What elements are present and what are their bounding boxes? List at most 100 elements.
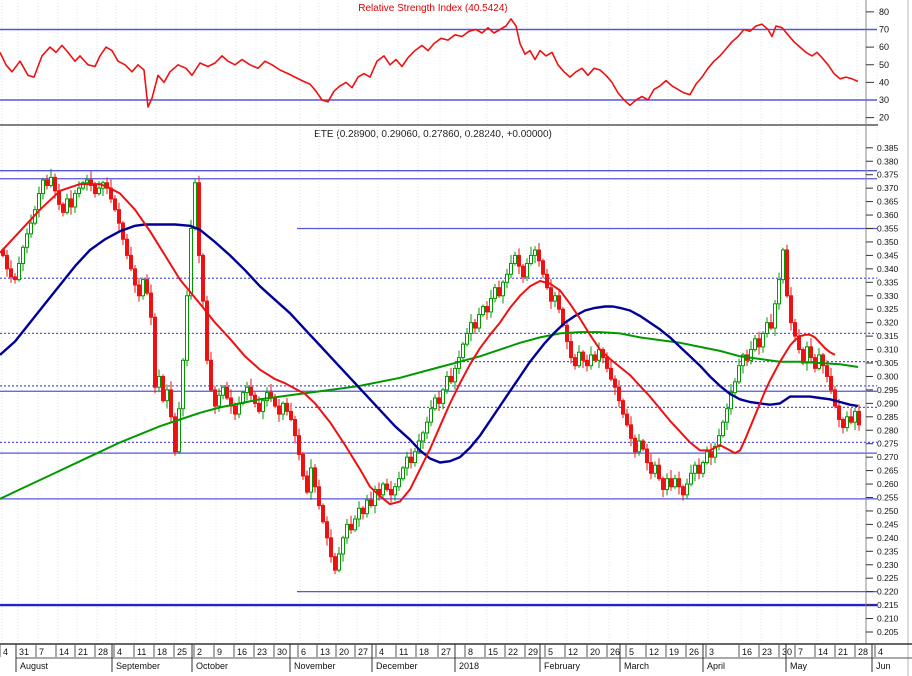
- svg-text:14: 14: [818, 647, 828, 657]
- svg-text:8: 8: [468, 647, 473, 657]
- svg-text:12: 12: [568, 647, 578, 657]
- svg-text:14: 14: [59, 647, 69, 657]
- svg-text:0.360: 0.360: [877, 210, 899, 220]
- svg-text:0.305: 0.305: [877, 358, 899, 368]
- rsi-panel: [0, 18, 878, 126]
- svg-text:0.345: 0.345: [877, 250, 899, 260]
- svg-text:0.240: 0.240: [877, 533, 899, 543]
- svg-text:12: 12: [649, 647, 659, 657]
- svg-text:0.315: 0.315: [877, 331, 899, 341]
- svg-text:15: 15: [488, 647, 498, 657]
- svg-text:0.385: 0.385: [877, 143, 899, 153]
- svg-text:30: 30: [277, 647, 287, 657]
- svg-text:2: 2: [197, 647, 202, 657]
- svg-text:0.210: 0.210: [877, 614, 899, 624]
- gridlines: [1, 3, 878, 644]
- svg-text:9: 9: [217, 647, 222, 657]
- svg-text:4: 4: [117, 647, 122, 657]
- svg-text:3: 3: [709, 647, 714, 657]
- svg-text:0.330: 0.330: [877, 291, 899, 301]
- svg-text:December: December: [376, 661, 418, 671]
- svg-text:30: 30: [879, 95, 889, 105]
- svg-text:0.300: 0.300: [877, 371, 899, 381]
- svg-text:23: 23: [257, 647, 267, 657]
- svg-text:7: 7: [798, 647, 803, 657]
- svg-text:21: 21: [78, 647, 88, 657]
- candlestick-series: [1, 168, 861, 575]
- svg-text:0.370: 0.370: [877, 183, 899, 193]
- right-price-axis: 80 70 60 50 40 30 20 0.385 0.380 0.375 0.370 0.365 0…: [865, 0, 909, 676]
- svg-text:31: 31: [19, 647, 29, 657]
- svg-text:18: 18: [157, 647, 167, 657]
- svg-text:0.205: 0.205: [877, 627, 899, 637]
- svg-text:0.365: 0.365: [877, 197, 899, 207]
- svg-text:November: November: [294, 661, 336, 671]
- svg-text:30: 30: [782, 647, 792, 657]
- svg-text:0.235: 0.235: [877, 546, 899, 556]
- svg-text:50: 50: [879, 60, 889, 70]
- svg-text:27: 27: [358, 647, 368, 657]
- svg-text:25: 25: [177, 647, 187, 657]
- svg-text:22: 22: [508, 647, 518, 657]
- svg-text:26: 26: [689, 647, 699, 657]
- svg-text:0.215: 0.215: [877, 600, 899, 610]
- svg-text:29: 29: [528, 647, 538, 657]
- svg-text:0.260: 0.260: [877, 479, 899, 489]
- svg-text:20: 20: [339, 647, 349, 657]
- svg-text:0.275: 0.275: [877, 439, 899, 449]
- svg-text:5: 5: [548, 647, 553, 657]
- svg-text:21: 21: [838, 647, 848, 657]
- svg-text:0.285: 0.285: [877, 412, 899, 422]
- svg-text:0.270: 0.270: [877, 452, 899, 462]
- svg-text:40: 40: [879, 77, 889, 87]
- svg-text:Jun: Jun: [876, 661, 891, 671]
- stock-chart-window: Relative Strength Index (40.5424) ETE (0…: [0, 0, 912, 676]
- svg-text:70: 70: [879, 25, 889, 35]
- svg-text:0.310: 0.310: [877, 345, 899, 355]
- svg-text:0.335: 0.335: [877, 277, 899, 287]
- svg-text:4: 4: [3, 647, 8, 657]
- svg-text:0.230: 0.230: [877, 560, 899, 570]
- svg-text:0.280: 0.280: [877, 425, 899, 435]
- svg-text:23: 23: [762, 647, 772, 657]
- svg-text:28: 28: [858, 647, 868, 657]
- svg-text:6: 6: [301, 647, 306, 657]
- svg-text:0.375: 0.375: [877, 170, 899, 180]
- svg-text:0.220: 0.220: [877, 587, 899, 597]
- svg-text:0.325: 0.325: [877, 304, 899, 314]
- svg-text:0.245: 0.245: [877, 519, 899, 529]
- svg-text:February: February: [544, 661, 581, 671]
- svg-text:20: 20: [879, 113, 889, 123]
- svg-text:0.265: 0.265: [877, 466, 899, 476]
- svg-text:16: 16: [742, 647, 752, 657]
- svg-text:7: 7: [39, 647, 44, 657]
- svg-text:27: 27: [441, 647, 451, 657]
- bottom-date-axis: 4 31 7 14 21 28 4 11 18 25 2 9 16 23 30 6 13 20 27 4 11 18 27 8…: [0, 643, 912, 672]
- svg-text:26: 26: [610, 647, 620, 657]
- moving-averages: [0, 183, 859, 506]
- svg-text:13: 13: [320, 647, 330, 657]
- svg-text:28: 28: [98, 647, 108, 657]
- svg-text:April: April: [707, 661, 725, 671]
- svg-text:11: 11: [399, 647, 408, 657]
- svg-text:60: 60: [879, 42, 889, 52]
- svg-text:0.355: 0.355: [877, 224, 899, 234]
- svg-text:4: 4: [878, 647, 883, 657]
- svg-text:0.295: 0.295: [877, 385, 899, 395]
- svg-text:March: March: [624, 661, 649, 671]
- svg-text:16: 16: [237, 647, 247, 657]
- svg-text:0.320: 0.320: [877, 318, 899, 328]
- support-resistance-lines: [0, 170, 877, 607]
- svg-text:October: October: [196, 661, 228, 671]
- svg-text:0.380: 0.380: [877, 156, 899, 166]
- chart-canvas: 80 70 60 50 40 30 20 0.385 0.380 0.375 0.370 0.365 0…: [0, 0, 912, 676]
- svg-text:0.225: 0.225: [877, 573, 899, 583]
- svg-text:11: 11: [137, 647, 146, 657]
- svg-text:18: 18: [419, 647, 429, 657]
- svg-text:0.340: 0.340: [877, 264, 899, 274]
- svg-text:0.350: 0.350: [877, 237, 899, 247]
- svg-text:80: 80: [879, 7, 889, 17]
- svg-text:0.290: 0.290: [877, 398, 899, 408]
- svg-text:0.255: 0.255: [877, 493, 899, 503]
- svg-text:20: 20: [590, 647, 600, 657]
